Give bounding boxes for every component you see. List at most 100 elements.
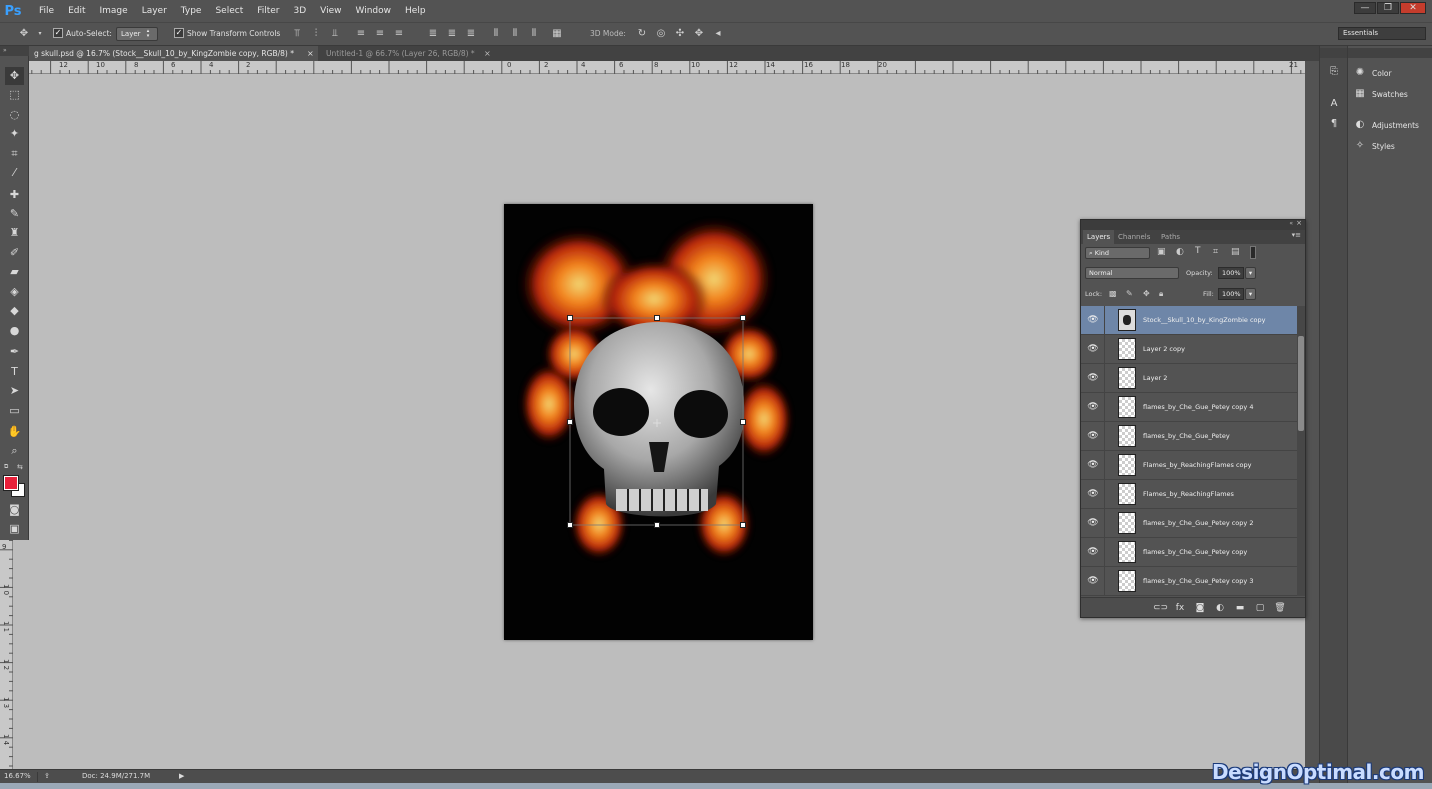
align-vcenter-icon[interactable]: ⫶ [310,28,322,40]
layer-scrollbar[interactable] [1297,306,1305,596]
adjustment-layer-icon[interactable]: ◐ [1213,601,1227,615]
tab-close-icon[interactable]: × [484,46,491,61]
layer-row[interactable]: 👁︎ Layer 2 [1081,364,1297,393]
3d-roll-icon[interactable]: ◎ [655,28,667,40]
layer-row[interactable]: 👁︎ Stock__Skull_10_by_KingZombie copy [1081,306,1297,335]
document-canvas[interactable] [504,204,813,640]
tab-channels[interactable]: Channels [1114,230,1154,244]
path-selection-tool-icon[interactable]: ➤ [5,382,24,400]
clone-stamp-tool-icon[interactable]: ♜ [5,224,24,242]
close-panel-icon[interactable]: × [1296,219,1302,227]
pen-tool-icon[interactable]: ✒ [5,343,24,361]
link-layers-icon[interactable]: ⊂⊃ [1153,601,1168,615]
distribute-top-icon[interactable]: ≣ [427,28,439,40]
visibility-eye-icon[interactable]: 👁︎ [1087,547,1099,557]
eraser-tool-icon[interactable]: ▰ [5,263,24,281]
transform-handle[interactable] [740,522,746,528]
swatches-panel-button[interactable]: ▦ Swatches [1354,86,1408,102]
tab-layers[interactable]: Layers [1083,230,1115,244]
crop-tool-icon[interactable]: ⌗ [5,145,24,163]
layer-row[interactable]: 👁︎ Flames_by_ReachingFlames copy [1081,451,1297,480]
restore-button[interactable]: ❐ [1377,2,1399,14]
color-panel-button[interactable]: ✺ Color [1354,65,1392,81]
auto-select-checkbox[interactable]: ✓ [53,28,63,38]
rectangle-tool-icon[interactable]: ▭ [5,402,24,420]
panel-menu-icon[interactable]: ▾≡ [1292,231,1301,239]
tab-skull-document[interactable]: g skull.psd @ 16.7% (Stock__Skull_10_by_… [28,46,318,61]
filter-kind-dropdown[interactable]: ⌕ Kind [1085,247,1150,259]
adjustment-filter-icon[interactable]: ◐ [1176,247,1184,257]
visibility-eye-icon[interactable]: 👁︎ [1087,576,1099,586]
visibility-eye-icon[interactable]: 👁︎ [1087,460,1099,470]
3d-scale-icon[interactable]: ◂ [712,28,724,40]
auto-align-icon[interactable]: ▦ [551,28,563,40]
move-tool-preset-icon[interactable]: ✥ [18,28,30,40]
layer-row[interactable]: 👁︎ Flames_by_ReachingFlames [1081,480,1297,509]
visibility-eye-icon[interactable]: 👁︎ [1087,489,1099,499]
auto-select-dropdown[interactable]: Layer [116,27,158,41]
eyedropper-tool-icon[interactable]: ⁄ [5,164,24,182]
transform-handle[interactable] [654,315,660,321]
layer-style-icon[interactable]: fx [1173,601,1187,615]
transform-handle[interactable] [567,522,573,528]
align-right-icon[interactable]: ≡ [393,28,405,40]
opacity-slider-icon[interactable]: ▾ [1245,267,1256,279]
layer-row[interactable]: 👁︎ flames_by_Che_Gue_Petey copy 2 [1081,509,1297,538]
layer-row[interactable]: 👁︎ flames_by_Che_Gue_Petey copy 4 [1081,393,1297,422]
distribute-hcenter-icon[interactable]: ⫴ [509,28,521,40]
preset-dropdown-icon[interactable]: ▾ [34,28,46,40]
close-button[interactable]: ✕ [1400,2,1426,14]
transform-handle[interactable] [567,419,573,425]
minimize-button[interactable]: — [1354,2,1376,14]
distribute-vcenter-icon[interactable]: ≣ [446,28,458,40]
new-layer-icon[interactable]: ▢ [1253,601,1267,615]
align-hcenter-icon[interactable]: ≡ [374,28,386,40]
menu-image[interactable]: Image [93,0,135,22]
zoom-level[interactable]: 16.67% [4,772,31,780]
layer-row[interactable]: 👁︎ flames_by_Che_Gue_Petey copy 3 [1081,567,1297,596]
screen-mode-icon[interactable]: ▣ [5,520,24,538]
scrollbar-thumb[interactable] [1298,336,1304,431]
opacity-input[interactable]: 100% [1218,267,1244,279]
new-group-icon[interactable]: ▬ [1233,601,1247,615]
swap-colors-icon[interactable]: ⇆ [17,463,23,471]
paragraph-panel-icon[interactable]: ¶ [1328,118,1340,130]
menu-3d[interactable]: 3D [287,0,314,22]
workspace-switcher[interactable]: Essentials [1338,27,1426,40]
visibility-eye-icon[interactable]: 👁︎ [1087,373,1099,383]
align-bottom-icon[interactable]: ⫫ [329,28,341,40]
menu-type[interactable]: Type [174,0,209,22]
menu-select[interactable]: Select [208,0,250,22]
healing-brush-tool-icon[interactable]: ✚ [5,186,24,204]
lock-image-icon[interactable]: ✎ [1126,289,1133,298]
type-tool-icon[interactable]: T [5,363,24,381]
blend-mode-dropdown[interactable]: Normal [1085,267,1179,279]
styles-panel-button[interactable]: ✧ Styles [1354,138,1395,154]
status-menu-arrow-icon[interactable]: ▶ [179,772,184,780]
dodge-tool-icon[interactable]: ● [5,322,24,340]
show-transform-checkbox[interactable]: ✓ [174,28,184,38]
tab-untitled-document[interactable]: Untitled-1 @ 66.7% (Layer 26, RGB/8) * [320,46,481,61]
lock-all-icon[interactable]: 🔒︎ [1159,289,1163,299]
distribute-bottom-icon[interactable]: ≣ [465,28,477,40]
character-panel-icon[interactable]: A [1328,98,1340,110]
3d-slide-icon[interactable]: ✥ [693,28,705,40]
pixel-filter-icon[interactable]: ▣ [1157,247,1166,257]
history-panel-icon[interactable]: ⎘ [1328,66,1340,78]
move-tool-icon[interactable]: ✥ [5,67,24,85]
menu-view[interactable]: View [313,0,348,22]
menu-help[interactable]: Help [398,0,433,22]
fill-slider-icon[interactable]: ▾ [1245,288,1256,300]
menu-file[interactable]: File [32,0,61,22]
fill-input[interactable]: 100% [1218,288,1244,300]
distribute-left-icon[interactable]: ⫴ [490,28,502,40]
menu-layer[interactable]: Layer [135,0,174,22]
menu-filter[interactable]: Filter [250,0,286,22]
default-colors-icon[interactable]: ⧉ [4,463,8,471]
visibility-eye-icon[interactable]: 👁︎ [1087,315,1099,325]
layer-row[interactable]: 👁︎ flames_by_Che_Gue_Petey [1081,422,1297,451]
blur-tool-icon[interactable]: ◆ [5,302,24,320]
transform-handle[interactable] [567,315,573,321]
tab-close-icon[interactable]: × [307,46,314,61]
transform-handle[interactable] [740,315,746,321]
